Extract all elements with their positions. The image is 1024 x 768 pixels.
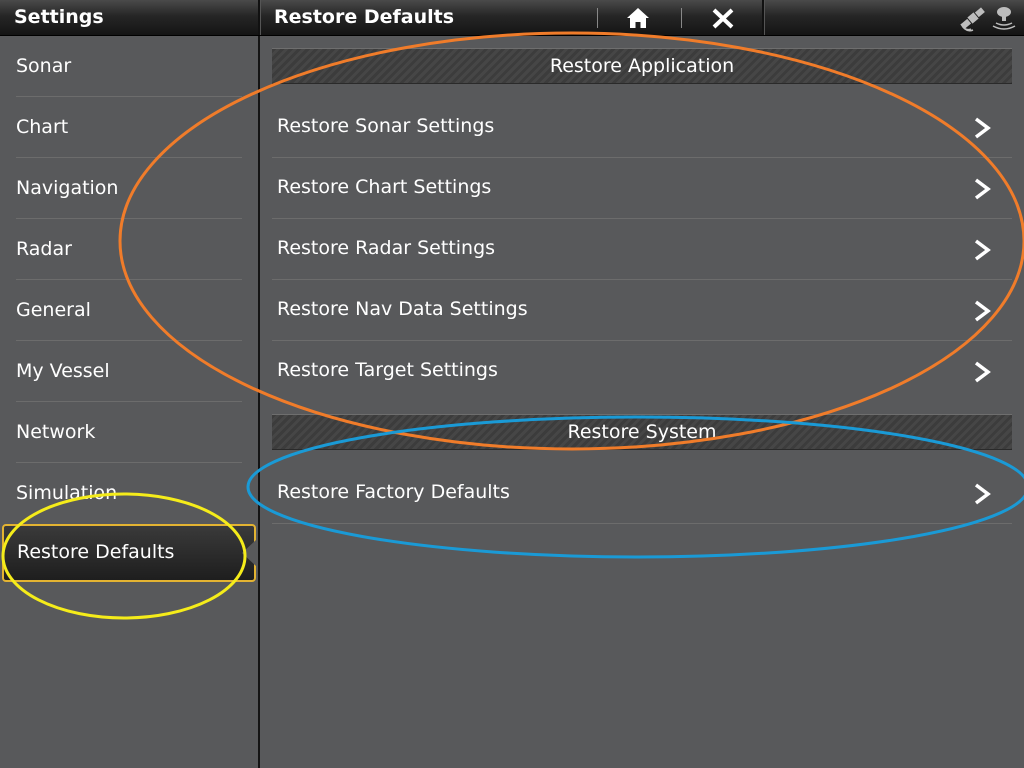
- sidebar-item-chart[interactable]: Chart: [0, 97, 258, 158]
- sidebar-item-restore-defaults[interactable]: Restore Defaults: [2, 524, 256, 582]
- restore-defaults-panel: Restore Application Restore Sonar Settin…: [260, 36, 1024, 768]
- title-separator: [258, 0, 261, 35]
- sidebar-item-network[interactable]: Network: [0, 402, 258, 463]
- restore-target-settings-row[interactable]: Restore Target Settings: [272, 341, 1012, 402]
- sonar-transducer-icon: [989, 3, 1019, 33]
- page-title: Restore Defaults: [274, 6, 455, 28]
- chevron-right-icon: [972, 299, 992, 323]
- chevron-right-icon: [972, 360, 992, 384]
- row-label: Restore Chart Settings: [277, 176, 492, 198]
- chevron-right-icon: [972, 482, 992, 506]
- button-divider: [681, 8, 682, 28]
- section-header-system: Restore System: [272, 414, 1012, 450]
- button-divider: [597, 8, 598, 28]
- sidebar-item-label: Simulation: [16, 482, 118, 504]
- sidebar-item-label: Network: [16, 421, 96, 443]
- sidebar-item-general[interactable]: General: [0, 280, 258, 341]
- row-label: Restore Sonar Settings: [277, 115, 495, 137]
- sidebar-item-simulation[interactable]: Simulation: [0, 463, 258, 524]
- sidebar-item-label: Restore Defaults: [17, 541, 175, 563]
- restore-radar-settings-row[interactable]: Restore Radar Settings: [272, 219, 1012, 280]
- restore-nav-data-settings-row[interactable]: Restore Nav Data Settings: [272, 280, 1012, 341]
- restore-chart-settings-row[interactable]: Restore Chart Settings: [272, 158, 1012, 219]
- divider: [272, 523, 1012, 524]
- chevron-right-icon: [972, 177, 992, 201]
- sidebar-item-my-vessel[interactable]: My Vessel: [0, 341, 258, 402]
- sidebar-item-sonar[interactable]: Sonar: [0, 36, 258, 97]
- sidebar-item-label: Navigation: [16, 177, 119, 199]
- sidebar-item-label: Radar: [16, 238, 72, 260]
- row-label: Restore Nav Data Settings: [277, 298, 528, 320]
- sidebar-item-navigation[interactable]: Navigation: [0, 158, 258, 219]
- sidebar-item-label: Chart: [16, 116, 69, 138]
- section-header-label: Restore System: [567, 421, 717, 443]
- gps-satellite-icon: [958, 3, 988, 33]
- title-separator: [762, 0, 765, 35]
- settings-sidebar: Sonar Chart Navigation Radar General My …: [0, 36, 260, 768]
- section-header-application: Restore Application: [272, 48, 1012, 84]
- selection-pointer: [242, 540, 256, 566]
- restore-sonar-settings-row[interactable]: Restore Sonar Settings: [272, 97, 1012, 158]
- row-label: Restore Target Settings: [277, 359, 498, 381]
- close-icon[interactable]: [709, 4, 737, 32]
- row-label: Restore Factory Defaults: [277, 481, 510, 503]
- chevron-right-icon: [972, 116, 992, 140]
- sidebar-item-label: My Vessel: [16, 360, 110, 382]
- sidebar-item-radar[interactable]: Radar: [0, 219, 258, 280]
- row-label: Restore Radar Settings: [277, 237, 496, 259]
- sidebar-item-label: Sonar: [16, 55, 72, 77]
- chevron-right-icon: [972, 238, 992, 262]
- title-bar: Settings Restore Defaults: [0, 0, 1024, 36]
- section-header-label: Restore Application: [549, 55, 735, 77]
- restore-factory-defaults-row[interactable]: Restore Factory Defaults: [272, 463, 1012, 524]
- settings-app: Settings Restore Defaults Sonar Chart Na…: [0, 0, 1024, 768]
- home-icon[interactable]: [624, 4, 652, 32]
- sidebar-item-label: General: [16, 299, 91, 321]
- settings-title: Settings: [14, 6, 104, 28]
